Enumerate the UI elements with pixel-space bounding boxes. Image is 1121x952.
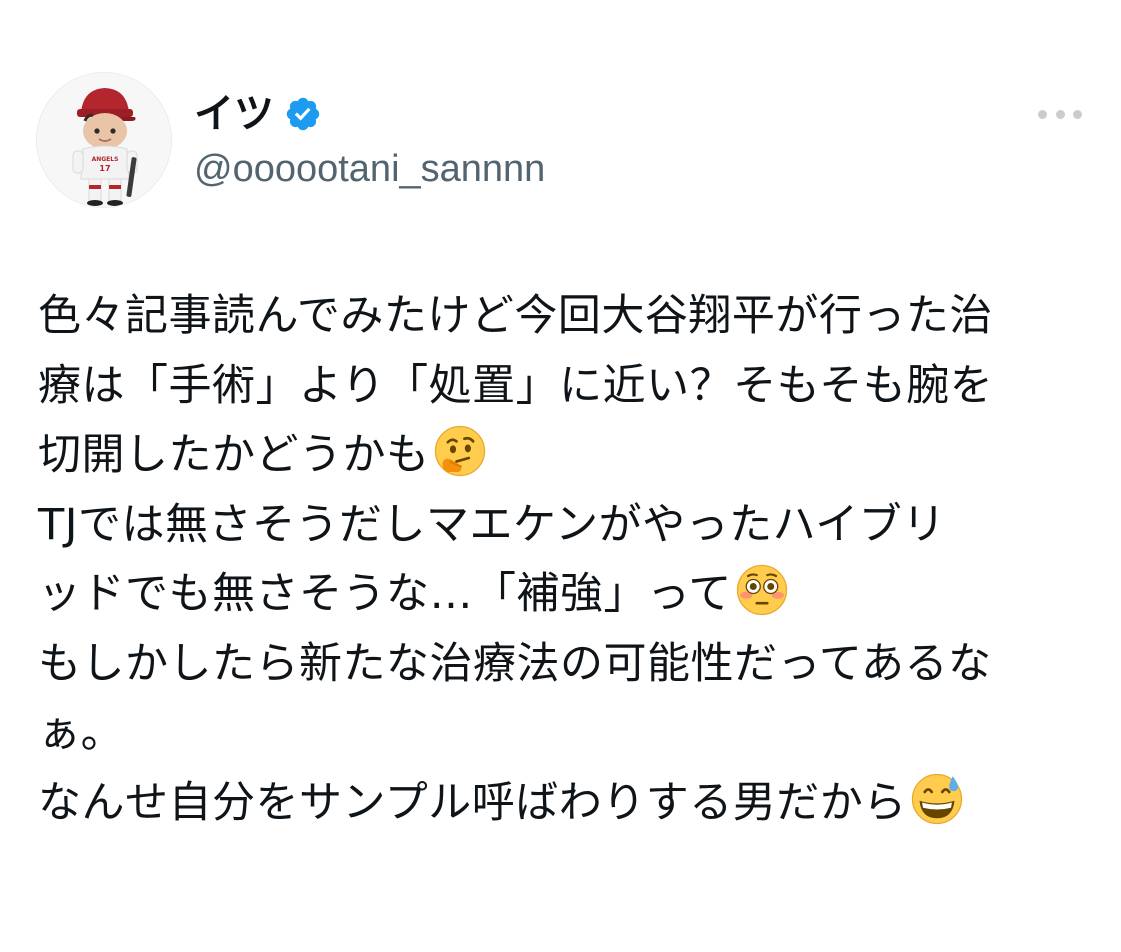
thinking-face-emoji-icon: [434, 425, 485, 477]
user-handle[interactable]: @oooootani_sannnn: [194, 144, 545, 194]
tweet-line: 療は「手術」より「処置」に近い？そもそも腕を: [38, 352, 1088, 422]
tweet-text: 色々記事読んでみたけど今回大谷翔平が行った治 療は「手術」より「処置」に近い？そ…: [38, 282, 1088, 838]
tweet-line-text: 色々記事読んでみたけど今回大谷翔平が行った治: [38, 291, 993, 341]
flushed-face-emoji-icon: [736, 564, 788, 616]
tweet-line-text: もしかしたら新たな治療法の可能性だってあるな: [38, 638, 992, 689]
tweet-line: もしかしたら新たな治療法の可能性だってあるな: [38, 630, 1088, 700]
more-dot: [1038, 109, 1047, 119]
tweet-line-text: ッドでも無さそうな…「補強」って: [38, 569, 732, 619]
avatar[interactable]: ANGELS 17: [36, 72, 172, 208]
svg-text:ANGELS: ANGELS: [92, 156, 119, 163]
tweet-line-text: 切開したかどうかも: [38, 430, 430, 480]
more-options-icon[interactable]: [1038, 104, 1082, 124]
display-name[interactable]: イツ: [194, 86, 274, 142]
name-row: イツ: [194, 86, 322, 142]
tweet-line-text: 療は「手術」より「処置」に近い？そもそも腕を: [38, 360, 994, 411]
tweet-line: ッドでも無さそうな…「補強」って: [38, 560, 1088, 630]
verified-badge-icon: [286, 97, 320, 131]
tweet-line: ぁ。: [38, 699, 1088, 769]
tweet-header: ANGELS 17 イツ @oooootani_sannnn: [36, 72, 1096, 208]
tweet-line: TJでは無さそうだしマエケンがやったハイブリ: [38, 491, 1088, 561]
tweet-line-text: なんせ自分をサンプル呼ばわりする男だから: [38, 777, 907, 828]
more-dot: [1055, 109, 1065, 119]
tweet-line: 切開したかどうかも: [38, 421, 1088, 491]
tweet-line: なんせ自分をサンプル呼ばわりする男だから: [38, 769, 1088, 839]
svg-text:17: 17: [99, 164, 110, 173]
baseball-player-avatar-icon: ANGELS 17: [37, 73, 171, 207]
tweet-line-text: ぁ。: [38, 708, 125, 758]
tweet-line-text: TJでは無さそうだしマエケンがやったハイブリ: [38, 499, 946, 550]
grinning-sweat-face-emoji-icon: [911, 773, 962, 824]
more-dot: [1073, 109, 1082, 119]
tweet-line: 色々記事読んでみたけど今回大谷翔平が行った治: [38, 282, 1088, 352]
tweet-card: ANGELS 17 イツ @oooootani_sannnn 色々記事読んでみた…: [0, 0, 1121, 952]
